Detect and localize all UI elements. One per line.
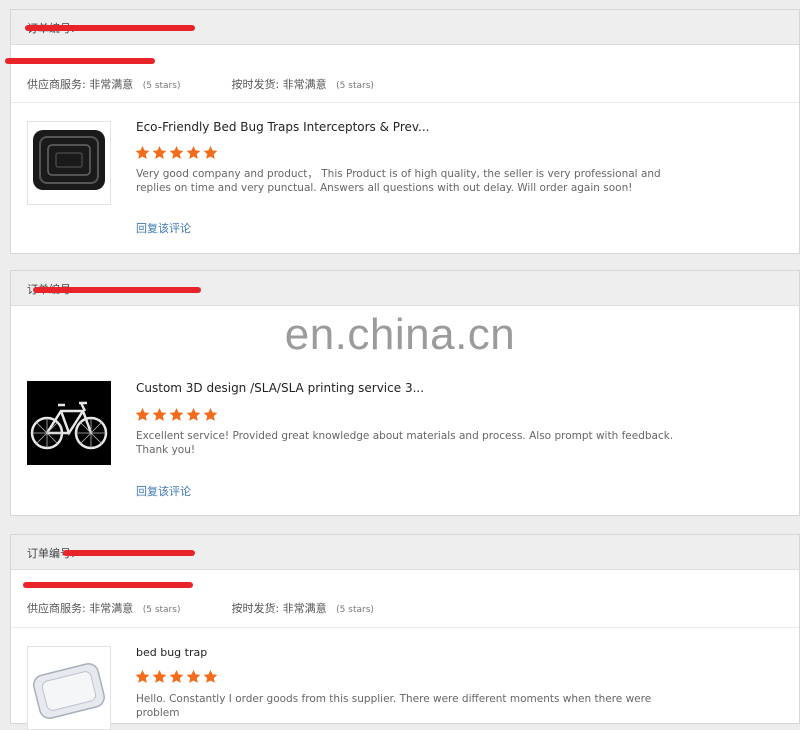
star-icon: [203, 407, 218, 421]
star-icon: [186, 145, 201, 159]
ontime-value: 非常满意: [282, 602, 327, 615]
supplier-service-stars: (5 stars): [142, 81, 181, 91]
star-icon: [135, 407, 150, 421]
supplier-service-label: 供应商服务:: [27, 78, 86, 91]
product-title[interactable]: bed bug trap: [136, 646, 207, 659]
review-text: Excellent service! Provided great knowle…: [136, 430, 674, 456]
white-tray-icon: [33, 663, 105, 719]
star-icon: [152, 669, 167, 683]
review-text: Hello. Constantly I order goods from thi…: [136, 693, 652, 719]
star-icon: [169, 407, 184, 421]
review-card: 订单编号: 供应商服务: 非常满意 (5 stars) 按时发货: 非常满意 (…: [5, 9, 800, 254]
star-rating: [135, 145, 220, 161]
ontime-value: 非常满意: [282, 78, 327, 91]
star-icon: [135, 145, 150, 159]
star-rating: [135, 407, 220, 423]
product-thumbnail[interactable]: [27, 381, 111, 465]
supplier-service-label: 供应商服务:: [27, 602, 86, 615]
redaction-mark: [33, 287, 201, 293]
order-header: 订单编号:: [11, 271, 799, 306]
product-thumbnail[interactable]: [27, 121, 111, 205]
seller-ratings: 供应商服务: 非常满意 (5 stars) 按时发货: 非常满意 (5 star…: [27, 600, 374, 616]
star-icon: [169, 145, 184, 159]
order-header: 订单编号:: [11, 10, 799, 45]
star-icon: [203, 669, 218, 683]
product-thumbnail[interactable]: [27, 646, 111, 730]
star-icon: [169, 669, 184, 683]
star-icon: [186, 407, 201, 421]
order-header: 订单编号:: [11, 535, 799, 570]
supplier-service-stars: (5 stars): [142, 605, 181, 615]
reply-review-link[interactable]: 回复该评论: [136, 220, 191, 236]
review-text: Very good company and product， This Prod…: [136, 168, 661, 194]
bicycle-icon: [27, 381, 111, 465]
reply-review-link[interactable]: 回复该评论: [136, 483, 191, 499]
redaction-mark: [23, 582, 193, 588]
seller-ratings: 供应商服务: 非常满意 (5 stars) 按时发货: 非常满意 (5 star…: [27, 76, 374, 92]
ontime-label: 按时发货:: [231, 602, 280, 615]
review-card: 订单编号: 供应商服务: 非常满意 (5 stars) 按时发货: 非常满意 (…: [10, 534, 800, 730]
star-icon: [186, 669, 201, 683]
star-icon: [152, 145, 167, 159]
watermark: en.china.cn: [284, 310, 516, 359]
star-rating: [135, 669, 220, 685]
star-icon: [152, 407, 167, 421]
redaction-mark: [63, 550, 195, 556]
redaction-mark: [25, 25, 195, 31]
review-card: 订单编号: Custom 3D design /SLA/SLA printing…: [10, 270, 800, 516]
supplier-service-value: 非常满意: [89, 602, 134, 615]
ontime-stars: (5 stars): [336, 81, 374, 91]
redaction-mark: [5, 58, 155, 64]
black-tray-icon: [33, 130, 105, 190]
star-icon: [203, 145, 218, 159]
ontime-stars: (5 stars): [336, 605, 374, 615]
star-icon: [135, 669, 150, 683]
supplier-service-value: 非常满意: [89, 78, 134, 91]
ontime-label: 按时发货:: [231, 78, 280, 91]
product-title[interactable]: Custom 3D design /SLA/SLA printing servi…: [136, 381, 424, 395]
product-title[interactable]: Eco-Friendly Bed Bug Traps Interceptors …: [136, 120, 430, 134]
